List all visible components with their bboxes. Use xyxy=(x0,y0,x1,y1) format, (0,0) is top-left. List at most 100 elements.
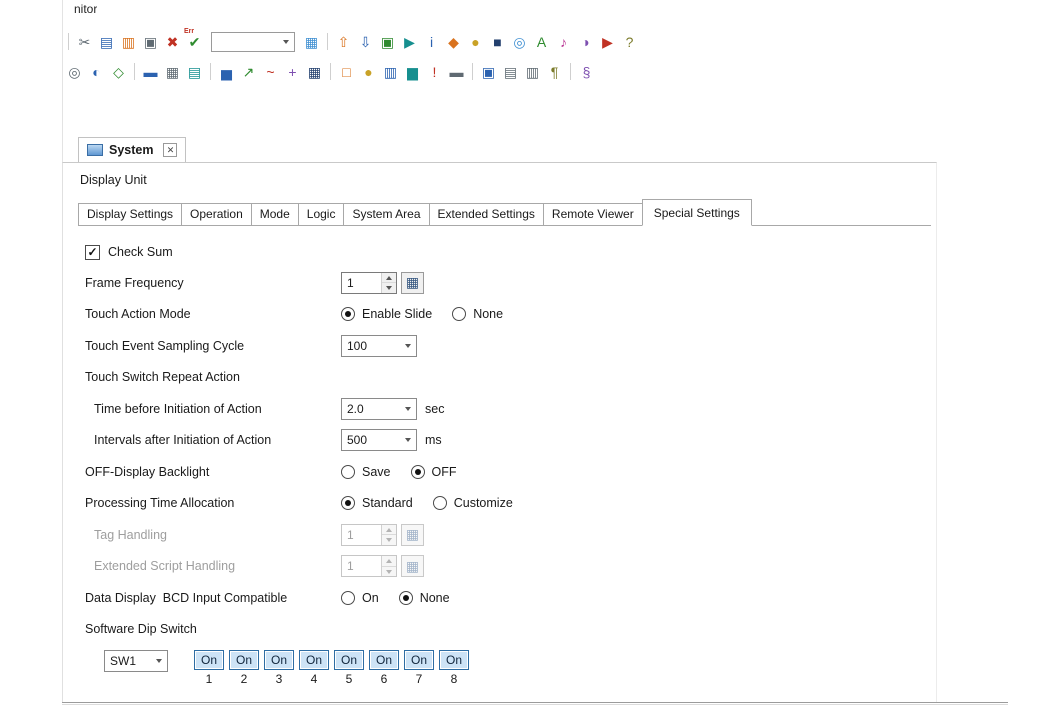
xy-graph-icon[interactable]: + xyxy=(282,61,303,82)
chevron-down-icon[interactable] xyxy=(150,651,167,671)
software-dip-switch: SW1 On On On On On On On On 1 2 3 xyxy=(104,650,936,686)
dip-switch-select[interactable]: SW1 xyxy=(104,650,168,672)
vertex-edit-icon[interactable]: ◇ xyxy=(108,61,129,82)
dip-button-2[interactable]: On xyxy=(229,650,259,670)
dip-button-3[interactable]: On xyxy=(264,650,294,670)
comment-icon[interactable]: ¶ xyxy=(544,61,565,82)
line-graph-icon[interactable]: ↗ xyxy=(238,61,259,82)
spin-down-button[interactable] xyxy=(382,283,396,293)
radio-none[interactable]: None xyxy=(452,307,503,321)
data-display-icon[interactable]: ▥ xyxy=(380,61,401,82)
intervals-after-select[interactable]: 500 xyxy=(341,429,417,451)
spin-up-button xyxy=(382,556,396,567)
keypad-icon: ▦ xyxy=(401,524,424,546)
radio-enable-slide[interactable]: Enable Slide xyxy=(341,307,432,321)
tab-mode[interactable]: Mode xyxy=(251,203,299,225)
chevron-down-icon[interactable] xyxy=(399,399,416,419)
keypad-icon[interactable]: ▦ xyxy=(401,272,424,294)
paste-icon[interactable]: ▥ xyxy=(118,31,139,52)
message-display-icon[interactable]: ▬ xyxy=(446,61,467,82)
duplicate-icon[interactable]: ▣ xyxy=(140,31,161,52)
tab-logic[interactable]: Logic xyxy=(298,203,345,225)
cascade-windows-icon[interactable]: ▤ xyxy=(500,61,521,82)
alarm-part-icon[interactable]: ! xyxy=(424,61,445,82)
parts-list-icon[interactable]: ▦ xyxy=(162,61,183,82)
radio-on[interactable]: On xyxy=(341,591,379,605)
spin-up-button[interactable] xyxy=(382,273,396,284)
radio-off[interactable]: OFF xyxy=(411,465,457,479)
radio-label: Save xyxy=(362,465,391,479)
dip-button-4[interactable]: On xyxy=(299,650,329,670)
toolbar-separator xyxy=(210,63,211,80)
bar-graph-icon[interactable]: ▅ xyxy=(216,61,237,82)
radio-label: None xyxy=(420,591,450,605)
screen-preview-icon[interactable]: ▦ xyxy=(301,31,322,52)
radio-standard[interactable]: Standard xyxy=(341,496,413,510)
copy-icon[interactable]: ▤ xyxy=(96,31,117,52)
database-icon[interactable]: ■ xyxy=(487,31,508,52)
spinner-buttons xyxy=(381,273,396,293)
menu-partial[interactable]: nitor xyxy=(74,0,97,13)
monitor-icon[interactable]: ▣ xyxy=(377,31,398,52)
color-settings-icon[interactable]: ◑ xyxy=(575,31,596,52)
special-settings-content: Check Sum Frame Frequency 1 ▦ Touch Acti… xyxy=(85,237,936,686)
time-before-row: Time before Initiation of Action 2.0 sec xyxy=(85,393,936,425)
movie-icon[interactable]: ▶ xyxy=(597,31,618,52)
base-screen-icon[interactable]: ▣ xyxy=(478,61,499,82)
tab-system-area[interactable]: System Area xyxy=(343,203,429,225)
error-check-icon[interactable]: ✔ Err xyxy=(184,31,205,52)
dip-button-5[interactable]: On xyxy=(334,650,364,670)
security-icon[interactable]: ● xyxy=(465,31,486,52)
script-icon[interactable]: § xyxy=(576,61,597,82)
tab-extended-settings[interactable]: Extended Settings xyxy=(429,203,544,225)
dip-button-7[interactable]: On xyxy=(404,650,434,670)
dip-buttons-block: On On On On On On On On 1 2 3 4 5 6 7 xyxy=(194,650,469,686)
dip-button-1[interactable]: On xyxy=(194,650,224,670)
lamp-part-icon[interactable]: ● xyxy=(358,61,379,82)
font-icon[interactable]: A xyxy=(531,31,552,52)
radio-customize[interactable]: Customize xyxy=(433,496,513,510)
tile-windows-icon[interactable]: ▥ xyxy=(522,61,543,82)
system-settings-icon[interactable]: ◆ xyxy=(443,31,464,52)
tab-display-settings[interactable]: Display Settings xyxy=(78,203,182,225)
frame-frequency-spinner[interactable]: 1 xyxy=(341,272,397,294)
repeat-action-section: Touch Switch Repeat Action xyxy=(85,362,936,394)
field-label: Touch Action Mode xyxy=(85,307,341,321)
simulation-icon[interactable]: ▶ xyxy=(399,31,420,52)
doc-tab-system[interactable]: System ✕ xyxy=(78,137,186,162)
time-before-select[interactable]: 2.0 xyxy=(341,398,417,420)
dip-button-8[interactable]: On xyxy=(439,650,469,670)
field-label: Check Sum xyxy=(108,245,173,259)
transfer-receive-icon[interactable]: ⇩ xyxy=(355,31,376,52)
zoom-icon[interactable]: ◎ xyxy=(64,61,85,82)
sound-icon[interactable]: ♪ xyxy=(553,31,574,52)
state-change-icon[interactable]: ◐ xyxy=(86,61,107,82)
cut-icon[interactable]: ✂ xyxy=(74,31,95,52)
chevron-down-icon[interactable] xyxy=(399,430,416,450)
network-icon[interactable]: ◎ xyxy=(509,31,530,52)
field-label: Processing Time Allocation xyxy=(85,496,341,510)
window-screen-icon[interactable]: ▬ xyxy=(140,61,161,82)
radio-save[interactable]: Save xyxy=(341,465,391,479)
chevron-down-icon[interactable] xyxy=(277,33,294,51)
tab-special-settings[interactable]: Special Settings xyxy=(642,199,752,226)
keypad-part-icon[interactable]: ▦ xyxy=(304,61,325,82)
transfer-send-icon[interactable]: ⇧ xyxy=(333,31,354,52)
trend-graph-icon[interactable]: ~ xyxy=(260,61,281,82)
sampling-cycle-select[interactable]: 100 xyxy=(341,335,417,357)
check-sum-checkbox[interactable] xyxy=(85,245,100,260)
close-icon[interactable]: ✕ xyxy=(163,143,177,157)
delete-icon[interactable]: ✖ xyxy=(162,31,183,52)
switch-part-icon[interactable]: □ xyxy=(336,61,357,82)
toolbar-combobox[interactable] xyxy=(211,32,295,52)
radio-bcd-none[interactable]: None xyxy=(399,591,450,605)
chevron-down-icon[interactable] xyxy=(399,336,416,356)
tab-remote-viewer[interactable]: Remote Viewer xyxy=(543,203,643,225)
help-icon[interactable]: ? xyxy=(619,31,640,52)
processing-row: Processing Time Allocation Standard Cust… xyxy=(85,488,936,520)
draw-icon[interactable]: ▤ xyxy=(184,61,205,82)
dip-button-6[interactable]: On xyxy=(369,650,399,670)
tab-operation[interactable]: Operation xyxy=(181,203,252,225)
project-information-icon[interactable]: i xyxy=(421,31,442,52)
graph-part-icon[interactable]: ▆ xyxy=(402,61,423,82)
